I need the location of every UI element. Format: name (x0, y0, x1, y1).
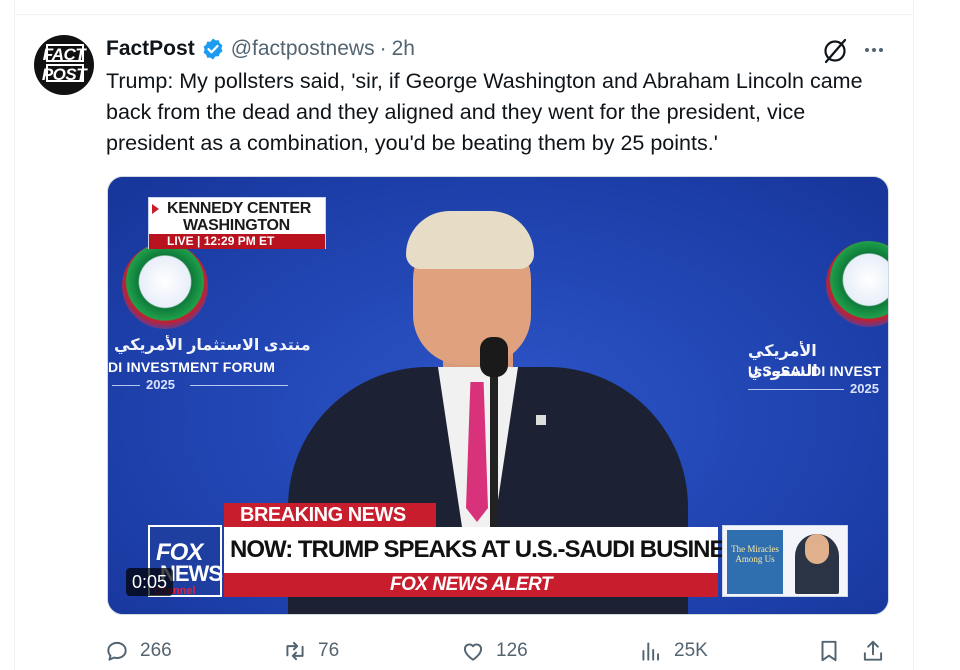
book-title: The Miracles Among Us (731, 544, 779, 564)
microphone-icon (480, 337, 508, 377)
reply-count: 266 (140, 640, 172, 661)
like-icon (463, 643, 483, 661)
views-count: 25K (674, 640, 708, 661)
forum-year-right: 2025 (850, 381, 879, 396)
microphone-stand (490, 367, 498, 527)
forum-english-left: DI INVESTMENT FORUM (108, 359, 276, 375)
grok-icon[interactable] (820, 36, 850, 66)
post-time[interactable]: 2h (392, 37, 415, 61)
avatar-text-line1: FACT (42, 45, 86, 64)
forum-arabic-left: منتدى الاستثمار الأمريكي (114, 337, 311, 354)
fox-news-alert-bar: FOX NEWS ALERT (224, 573, 718, 597)
post-text: Trump: My pollsters said, 'sir, if Georg… (106, 69, 863, 155)
column-border-right (913, 0, 914, 670)
column-border-left (14, 0, 15, 670)
author-name[interactable]: FactPost (106, 37, 195, 61)
forum-rule-left-a (112, 385, 140, 386)
live-time-label: LIVE | 12:29 PM ET (149, 234, 325, 249)
forum-english-right: U.S.-SAUDI INVEST (748, 363, 882, 379)
video-duration: 0:05 (126, 568, 174, 596)
views-button[interactable]: 25K (638, 634, 708, 668)
forum-logo-left (122, 243, 208, 329)
author-avatar[interactable]: FACT POST (34, 35, 94, 95)
share-icon (863, 640, 883, 661)
location-arrow-icon (152, 204, 159, 214)
flag-pin (536, 415, 546, 425)
reply-button[interactable]: 266 (104, 634, 172, 668)
video-player[interactable]: منتدى الاستثمار الأمريكي DI INVESTMENT F… (107, 176, 889, 615)
location-line2: WASHINGTON (183, 217, 290, 234)
share-button[interactable] (860, 634, 896, 668)
verified-badge-icon[interactable] (201, 37, 225, 61)
views-icon (642, 642, 660, 661)
book-promo: The Miracles Among Us (722, 525, 848, 597)
book-cover: The Miracles Among Us (727, 530, 783, 594)
author-face (805, 534, 829, 564)
bookmark-icon (821, 640, 837, 662)
more-icon[interactable] (862, 38, 886, 62)
author-handle[interactable]: @factpostnews (231, 37, 375, 61)
breaking-news-banner: BREAKING NEWS (224, 503, 436, 527)
location-line1: KENNEDY CENTER (167, 200, 311, 217)
bookmark-button[interactable] (816, 634, 852, 668)
post-header: FactPost @factpostnews · 2h (106, 36, 415, 62)
post-top-divider (14, 14, 914, 15)
repost-button[interactable]: 76 (282, 634, 339, 668)
repost-icon (286, 641, 304, 661)
forum-rule-right (748, 389, 844, 390)
reply-icon (107, 641, 127, 661)
header-separator: · (379, 37, 387, 60)
headline-chyron: NOW: TRUMP SPEAKS AT U.S.-SAUDI BUSINESS… (224, 527, 844, 573)
avatar-text-line2: POST (41, 65, 87, 84)
forum-rule-left-b (190, 385, 288, 386)
forum-year-left: 2025 (146, 377, 175, 392)
location-bug: KENNEDY CENTER WASHINGTON LIVE | 12:29 P… (148, 197, 326, 249)
speaker-hair (406, 211, 534, 269)
repost-count: 76 (318, 640, 340, 661)
like-button[interactable]: 126 (460, 634, 528, 668)
like-count: 126 (496, 640, 528, 661)
post-action-bar: 266 76 126 25K (104, 634, 894, 668)
